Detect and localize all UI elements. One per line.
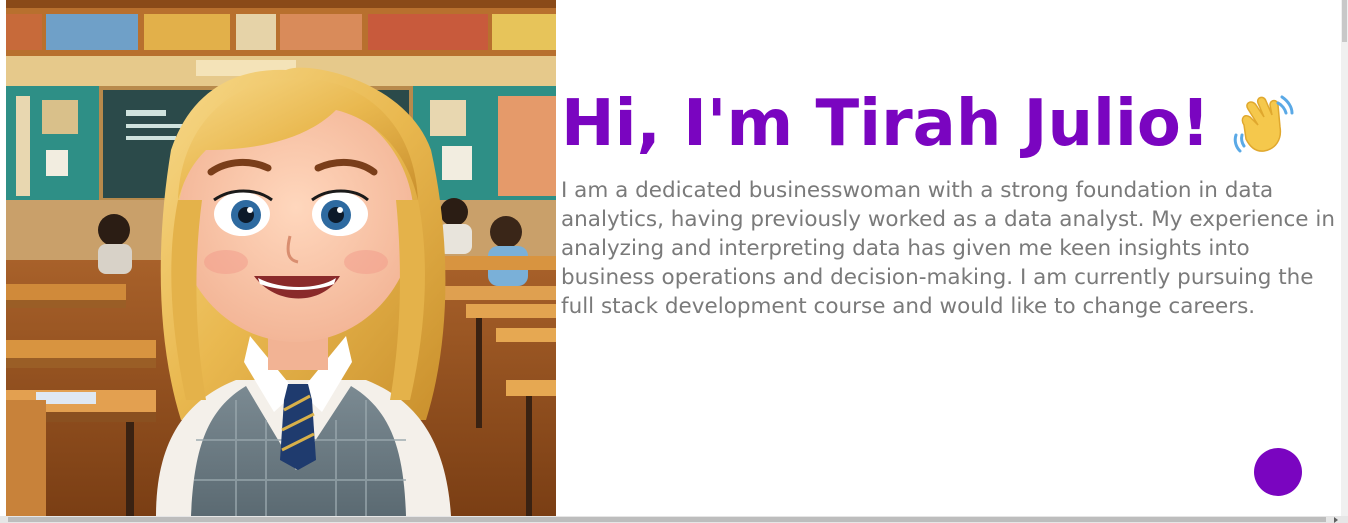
- scroll-right-arrow-icon[interactable]: [1334, 517, 1338, 523]
- intro-section: Hi, I'm Tirah Julio! I am a dedicated bu…: [561, 84, 1341, 321]
- vertical-scrollbar-thumb[interactable]: [1342, 0, 1347, 42]
- profile-portrait-image: [6, 0, 556, 516]
- greeting-heading: Hi, I'm Tirah Julio!: [561, 84, 1341, 164]
- horizontal-scrollbar-thumb[interactable]: [8, 517, 1326, 522]
- waving-hand-icon: [1230, 91, 1296, 157]
- vertical-scrollbar[interactable]: [1341, 0, 1348, 516]
- floating-action-button[interactable]: [1254, 448, 1302, 496]
- page: Hi, I'm Tirah Julio! I am a dedicated bu…: [0, 0, 1348, 523]
- greeting-text: Hi, I'm Tirah Julio!: [561, 87, 1211, 161]
- bio-paragraph: I am a dedicated businesswoman with a st…: [561, 178, 1335, 319]
